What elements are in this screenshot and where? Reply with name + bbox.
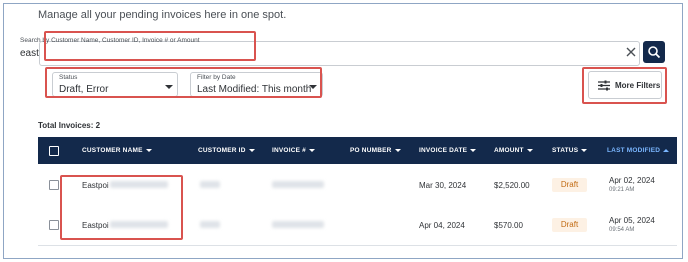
customer-names-highlight (60, 175, 183, 240)
last-modified-date: Apr 02, 2024 (609, 176, 655, 185)
column-customer-id[interactable]: CUSTOMER ID (198, 147, 255, 154)
redacted-invoice-number (272, 221, 324, 228)
column-invoice-date[interactable]: INVOICE DATE (419, 147, 477, 154)
sort-icon (145, 148, 152, 152)
select-all-checkbox[interactable] (49, 146, 59, 156)
invoice-date-cell: Apr 04, 2024 (419, 221, 465, 230)
column-last-modified[interactable]: LAST MODIFIED (607, 147, 670, 154)
column-status[interactable]: STATUS (552, 147, 588, 154)
sort-icon (394, 148, 401, 152)
sort-icon (581, 148, 588, 152)
table-header: CUSTOMER NAME CUSTOMER ID INVOICE # PO N… (38, 137, 677, 164)
more-filters-highlight (582, 67, 667, 104)
search-highlight (44, 31, 256, 61)
filters-highlight (45, 67, 322, 98)
page-intro: Manage all your pending invoices here in… (38, 9, 287, 21)
sort-icon (663, 148, 670, 152)
sort-icon (248, 148, 255, 152)
redacted-invoice-number (272, 181, 324, 188)
search-button[interactable] (643, 41, 665, 63)
close-icon[interactable] (624, 45, 638, 59)
sort-icon (526, 148, 533, 152)
row-checkbox[interactable] (49, 220, 59, 230)
invoice-date-cell: Mar 30, 2024 (419, 181, 467, 190)
search-icon (648, 46, 661, 59)
column-customer-name[interactable]: CUSTOMER NAME (82, 147, 152, 154)
last-modified-time: 09:54 AM (609, 227, 635, 233)
row-checkbox[interactable] (49, 180, 59, 190)
search-value[interactable]: east (20, 48, 39, 59)
status-badge: Draft (552, 218, 587, 232)
column-po-number[interactable]: PO NUMBER (350, 147, 401, 154)
sort-icon (308, 148, 315, 152)
redacted-customer-id (200, 221, 220, 228)
redacted-customer-id (200, 181, 220, 188)
sort-icon (470, 148, 477, 152)
column-invoice-number[interactable]: INVOICE # (272, 147, 315, 154)
amount-cell: $570.00 (494, 221, 523, 230)
total-invoices: Total Invoices: 2 (38, 121, 101, 130)
status-badge: Draft (552, 178, 587, 192)
last-modified-date: Apr 05, 2024 (609, 216, 655, 225)
last-modified-time: 09:21 AM (609, 187, 635, 193)
amount-cell: $2,520.00 (494, 181, 530, 190)
column-amount[interactable]: AMOUNT (494, 147, 533, 154)
